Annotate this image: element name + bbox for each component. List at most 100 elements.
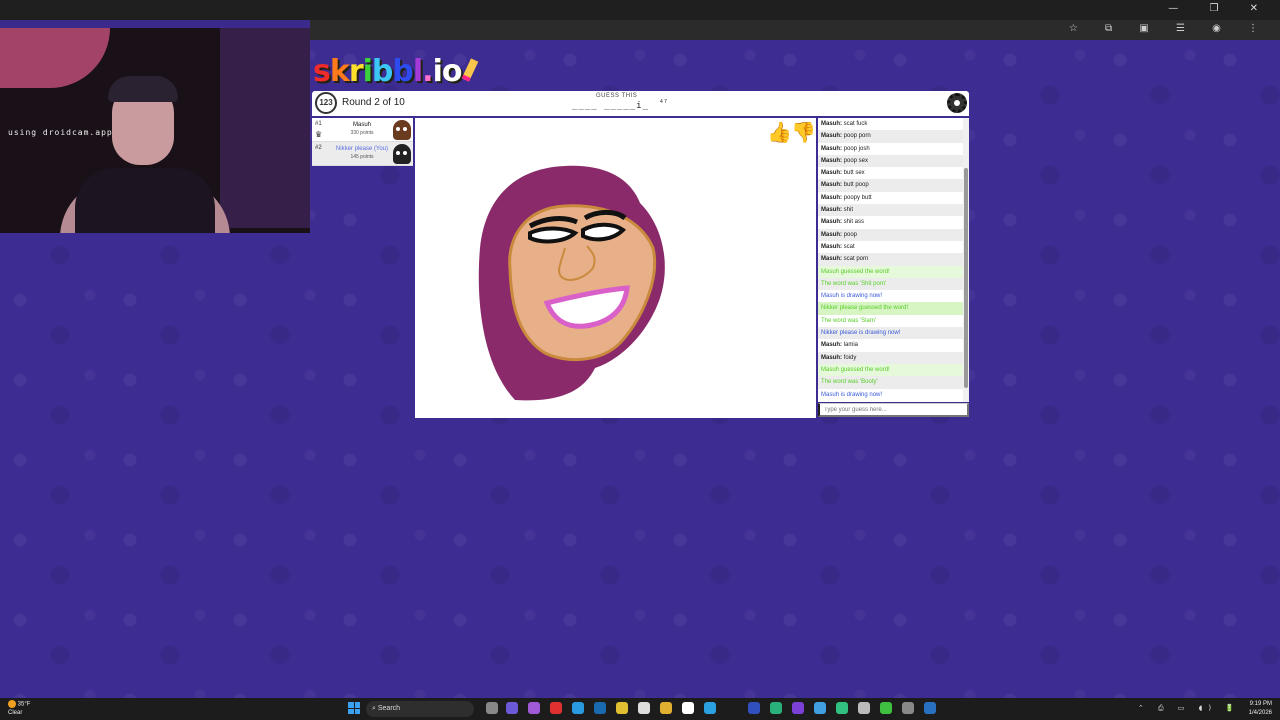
chat-message: Masuh: scat fuck [818, 118, 969, 130]
chat-author: Masuh: [821, 243, 842, 250]
chat-message: Masuh: poop sex [818, 154, 969, 168]
chat-text: butt poop [843, 182, 869, 189]
chat-text: scat porn [843, 256, 869, 263]
chat-message: Nikker please guessed the word! [818, 302, 969, 315]
app-icon[interactable] [638, 702, 650, 714]
app-icon[interactable] [858, 702, 870, 714]
edge-icon[interactable] [770, 702, 782, 714]
chat-author: Masuh: [821, 157, 842, 164]
player-avatar [393, 144, 411, 164]
chat-message: Masuh: foidy [818, 351, 969, 364]
chat-text: scat [843, 243, 855, 250]
word-lengths: 4 7 [660, 99, 667, 105]
chat-text: Masuh is drawing now! [821, 391, 883, 398]
chat-message: Masuh guessed the word! [818, 363, 969, 377]
thumbs-up-icon[interactable]: 👍 [767, 120, 792, 144]
chat-message: Masuh is drawing now! [818, 389, 969, 401]
chat-message: Masuh guessed the word! [818, 265, 969, 278]
window-controls[interactable]: — ❐ ✕ [1168, 3, 1272, 14]
chat-message: The word was 'Slam' [818, 315, 969, 327]
player-avatar [393, 120, 411, 140]
player-rank: #2 [315, 145, 322, 151]
taskbar-search[interactable]: ⌕ Search [366, 701, 474, 717]
player-rank: #1 [315, 121, 322, 127]
app-icon[interactable] [748, 702, 760, 714]
chat-text: The word was 'Booty' [821, 379, 878, 386]
chat-text: butt sex [843, 170, 865, 177]
player-name: Nikker please (You) [335, 146, 389, 152]
toolbar-icons[interactable]: ☆ ⧉ ▣ ☰ ◉ ⋮ [1069, 23, 1270, 34]
app-icon[interactable] [902, 702, 914, 714]
browser-toolbar: ☆ ⧉ ▣ ☰ ◉ ⋮ [310, 20, 1280, 40]
guess-label: GUESS THIS [596, 93, 638, 99]
round-indicator: Round 2 of 10 [342, 97, 405, 108]
chat-author: Masuh: [821, 231, 842, 238]
settings-gear-icon[interactable] [947, 93, 967, 113]
chat-message: Masuh: poopy butt [818, 192, 969, 204]
chat-message: Masuh: shit [818, 204, 969, 217]
player-row[interactable]: #1 ♛ Masuh 330 points [312, 118, 413, 142]
app-icon[interactable] [550, 702, 562, 714]
clock-time: 9:19 PM [1249, 701, 1272, 707]
windows-start-icon[interactable] [348, 702, 360, 714]
pink-light [0, 28, 110, 88]
steam-icon[interactable] [594, 702, 606, 714]
person-headband [108, 76, 178, 102]
chat-text: poop sex [843, 157, 869, 164]
chat-text: poop [843, 231, 858, 238]
app-icon[interactable] [836, 702, 848, 714]
app-icon[interactable] [880, 702, 892, 714]
taskbar-clock[interactable]: 9:19 PM 1/4/2026 [1249, 700, 1272, 718]
chat-message: Masuh: poop josh [818, 143, 969, 155]
steam-icon[interactable] [924, 702, 936, 714]
system-tray[interactable]: ⌃ ⎙ ▭ ◖) 🔋 [1138, 704, 1240, 713]
telegram-icon[interactable] [704, 702, 716, 714]
app-icon[interactable] [682, 702, 694, 714]
search-label: Search [377, 705, 401, 712]
skribbl-logo: skribbl.io [313, 54, 478, 89]
chat-message: Masuh: poop porn [818, 130, 969, 143]
drawing-canvas[interactable]: 👍 👎 [415, 118, 816, 418]
chat-text: Masuh guessed the word! [821, 366, 890, 373]
chat-text: poop porn [843, 133, 871, 140]
player-points: 145 points [350, 154, 374, 160]
chat-text: lamia [843, 342, 859, 349]
player-list: #1 ♛ Masuh 330 points #2 Nikker please (… [312, 118, 413, 166]
chat-message: Masuh: scat porn [818, 253, 969, 266]
chat-message: The word was 'Shit porn' [818, 277, 969, 291]
player-points: 330 points [350, 130, 374, 136]
guess-input[interactable] [818, 403, 969, 417]
chat-text: Nikker please is drawing now! [821, 330, 901, 337]
folder-icon[interactable] [660, 702, 672, 714]
chrome-icon[interactable] [616, 702, 628, 714]
chat-panel: Masuh: scat fuck Masuh: poop porn Masuh: p… [818, 118, 969, 402]
moon-icon [8, 700, 16, 708]
chat-text: The word was 'Shit porn' [821, 280, 887, 287]
chat-text: Nikker please guessed the word! [821, 305, 909, 312]
scrollbar-thumb[interactable] [964, 168, 968, 388]
chat-author: Masuh: [821, 170, 842, 177]
app-icon[interactable] [506, 702, 518, 714]
app-icon[interactable] [792, 702, 804, 714]
chat-message: Masuh: poop [818, 228, 969, 241]
chrome-active-icon[interactable] [814, 702, 826, 714]
chat-scrollbar[interactable] [963, 118, 969, 402]
chat-text: Masuh is drawing now! [821, 293, 883, 300]
chat-text: poop josh [843, 145, 870, 152]
weather-desc: Clear [8, 709, 23, 716]
browser-titlebar: — ❐ ✕ [0, 0, 1280, 20]
drawing [478, 165, 665, 401]
task-view-icon[interactable] [486, 702, 498, 714]
weather-widget[interactable]: 35°F Clear [8, 700, 30, 717]
chat-author: Masuh: [821, 219, 842, 226]
chat-text: The word was 'Slam' [821, 317, 876, 324]
crown-icon: ♛ [315, 130, 323, 139]
player-row[interactable]: #2 Nikker please (You) 145 points [312, 142, 413, 166]
chat-text: scat fuck [843, 121, 868, 127]
chat-author: Masuh: [821, 256, 842, 263]
app-icon[interactable] [528, 702, 540, 714]
app-icon[interactable] [572, 702, 584, 714]
chat-author: Masuh: [821, 194, 842, 201]
chat-text: shit [843, 207, 854, 214]
thumbs-down-icon[interactable]: 👎 [791, 120, 816, 144]
